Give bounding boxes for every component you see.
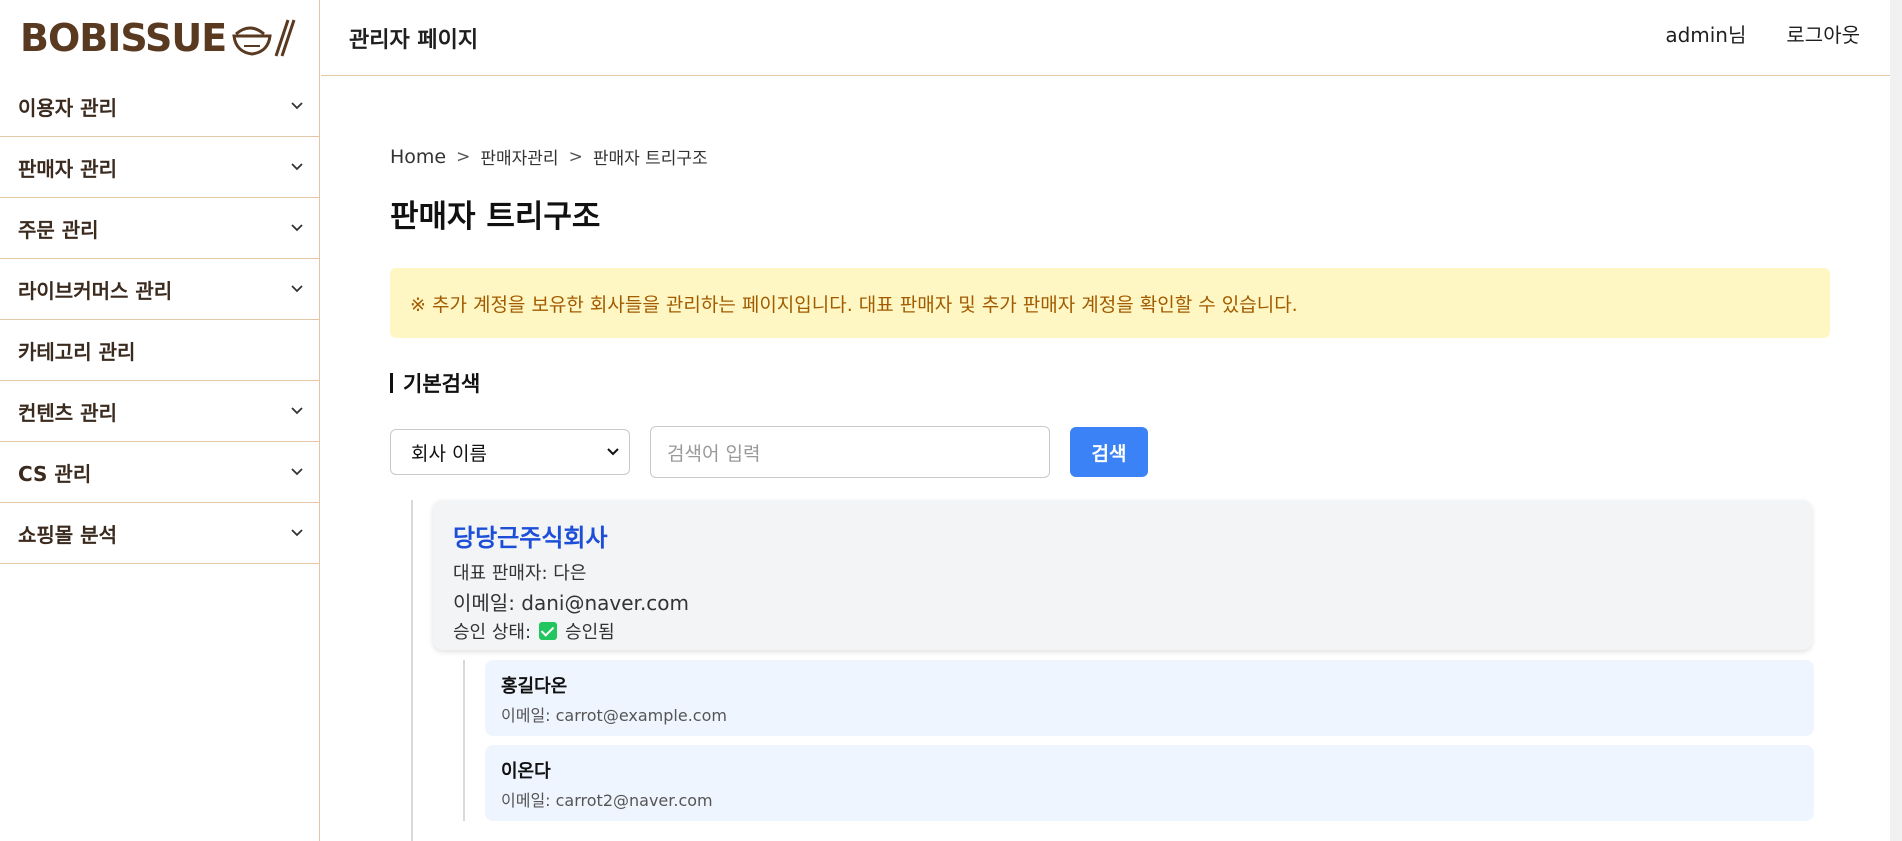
sidebar-item-label: 카테고리 관리	[18, 339, 136, 364]
sidebar-item-label: 이용자 관리	[18, 95, 117, 120]
chevron-down-icon	[291, 224, 303, 232]
search-type-value: 회사 이름	[411, 442, 487, 465]
search-button[interactable]: 검색	[1070, 427, 1148, 477]
company-email: 이메일: dani@naver.com	[453, 591, 690, 615]
seller-tree: 당당근주식회사 대표 판매자: 다은 이메일: dani@naver.com 승…	[411, 500, 1830, 841]
search-type-select[interactable]: 회사 이름	[390, 429, 630, 475]
breadcrumb-home[interactable]: Home	[390, 146, 446, 168]
search-input[interactable]: 검색어 입력	[650, 426, 1050, 478]
sidebar-item-label: 라이브커머스 관리	[18, 278, 173, 303]
rice-bowl-chopsticks-icon	[232, 19, 296, 57]
sidebar-item-label: 컨텐츠 관리	[18, 400, 117, 425]
sub-seller-list: 홍길다온 이메일: carrot@example.com 이온다 이메일: ca…	[463, 660, 1830, 821]
breadcrumb-separator: >	[456, 146, 471, 167]
sidebar-item-analytics[interactable]: 쇼핑몰 분석	[0, 503, 319, 564]
sidebar-item-label: CS 관리	[18, 461, 92, 486]
sidebar-item-orders[interactable]: 주문 관리	[0, 198, 319, 259]
page-scrollbar[interactable]	[1890, 0, 1902, 841]
chevron-down-icon	[291, 102, 303, 110]
sub-seller-name: 이온다	[501, 761, 551, 782]
chevron-down-icon	[291, 468, 303, 476]
logout-link[interactable]: 로그아웃	[1786, 19, 1860, 48]
chevron-down-icon	[291, 285, 303, 293]
company-card[interactable]: 당당근주식회사 대표 판매자: 다은 이메일: dani@naver.com 승…	[433, 500, 1812, 650]
breadcrumb-seller-management[interactable]: 판매자관리	[480, 144, 558, 169]
page-title: 판매자 트리구조	[390, 199, 601, 235]
user-name[interactable]: admin님	[1665, 19, 1746, 48]
chevron-down-icon	[291, 163, 303, 171]
sidebar-item-contents[interactable]: 컨텐츠 관리	[0, 381, 319, 442]
breadcrumb-current: 판매자 트리구조	[592, 149, 708, 169]
section-title: 기본검색	[390, 368, 1830, 398]
chevron-down-icon	[607, 448, 619, 456]
status-label: 승인 상태:	[453, 622, 532, 643]
sub-seller-email: 이메일: carrot@example.com	[501, 706, 727, 725]
breadcrumb: Home > 판매자관리 > 판매자 트리구조	[390, 144, 1830, 170]
company-status: 승인 상태: 승인됨	[453, 618, 1792, 644]
sidebar-item-live-commerce[interactable]: 라이브커머스 관리	[0, 259, 319, 320]
section-title-text: 기본검색	[403, 372, 481, 396]
sidebar-item-label: 쇼핑몰 분석	[18, 522, 117, 547]
company-name[interactable]: 당당근주식회사	[453, 518, 1792, 553]
sub-seller-email: 이메일: carrot2@naver.com	[501, 791, 713, 810]
logo[interactable]: BOBISSUE	[0, 0, 319, 76]
main-content: Home > 판매자관리 > 판매자 트리구조 판매자 트리구조 ※ 추가 계정…	[390, 76, 1830, 841]
sidebar-item-cs[interactable]: CS 관리	[0, 442, 319, 503]
header-user-area: admin님 로그아웃	[1665, 0, 1860, 66]
check-icon	[539, 622, 558, 640]
chevron-down-icon	[291, 407, 303, 415]
brand-name: BOBISSUE	[20, 16, 227, 60]
sub-seller-name: 홍길다온	[501, 676, 568, 697]
status-value: 승인됨	[565, 622, 615, 643]
company-representative: 대표 판매자: 다은	[453, 563, 587, 584]
section-bar	[390, 373, 393, 393]
search-placeholder: 검색어 입력	[667, 442, 761, 465]
sidebar-item-sellers[interactable]: 판매자 관리	[0, 137, 319, 198]
sub-seller-card[interactable]: 이온다 이메일: carrot2@naver.com	[485, 745, 1814, 821]
top-header: 관리자 페이지 admin님 로그아웃	[321, 0, 1902, 76]
sidebar: BOBISSUE 이용자 관리 판매자 관리 주문 관리 라이브커머스 관리 카…	[0, 0, 320, 841]
header-title: 관리자 페이지	[349, 27, 479, 53]
search-bar: 회사 이름 검색어 입력 검색	[390, 426, 1830, 478]
sub-seller-card[interactable]: 홍길다온 이메일: carrot@example.com	[485, 660, 1814, 736]
notice-banner: ※ 추가 계정을 보유한 회사들을 관리하는 페이지입니다. 대표 판매자 및 …	[390, 268, 1830, 338]
chevron-down-icon	[291, 529, 303, 537]
sidebar-menu: 이용자 관리 판매자 관리 주문 관리 라이브커머스 관리 카테고리 관리 컨텐…	[0, 76, 319, 564]
sidebar-item-label: 주문 관리	[18, 217, 99, 242]
sidebar-item-categories[interactable]: 카테고리 관리	[0, 320, 319, 381]
sidebar-item-users[interactable]: 이용자 관리	[0, 76, 319, 137]
breadcrumb-separator: >	[568, 146, 583, 167]
sidebar-item-label: 판매자 관리	[18, 156, 117, 181]
